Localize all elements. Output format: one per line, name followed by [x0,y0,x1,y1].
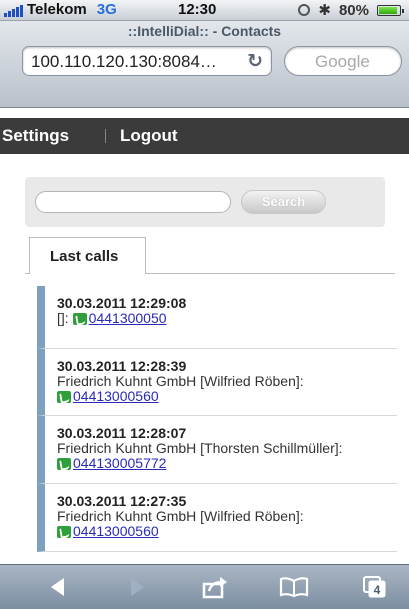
phone-icon [57,457,71,470]
phone-icon [72,312,87,325]
settings-link[interactable]: Settings [2,126,69,146]
battery-percent: 80% [338,1,369,19]
back-icon[interactable] [38,571,78,603]
list-item: 30.03.2011 12:28:39 Friedrich Kuhnt GmbH… [37,349,397,416]
list-item: 30.03.2011 12:27:35 Friedrich Kuhnt GmbH… [37,484,397,552]
logout-link[interactable]: Logout [120,126,178,146]
carrier-info: Telekom 3G [4,1,117,18]
clock: 12:30 [178,1,217,18]
call-number-link[interactable]: 0441300050 [89,311,167,326]
list-item: 30.03.2011 12:28:07 Friedrich Kuhnt GmbH… [37,416,397,484]
tab-last-calls[interactable]: Last calls [29,237,146,274]
browser-search-field[interactable]: Google [284,46,402,76]
call-number-line: 04413000560 [57,389,397,404]
call-datetime: 30.03.2011 12:27:35 [57,493,187,509]
pages-icon[interactable]: 4 [355,571,395,603]
status-bar: Telekom 3G 12:30 ✱ 80% [0,0,409,21]
url-text: 100.110.120.130:8084… [31,52,217,71]
page-title: ::IntelliDial:: - Contacts [127,23,282,39]
call-number-line: []: 0441300050 [57,311,397,326]
browser-chrome: ::IntelliDial:: - Contacts 100.110.120.1… [0,21,409,108]
share-icon[interactable] [195,571,235,603]
signal-strength-icon [4,3,23,17]
url-bar[interactable]: 100.110.120.130:8084… ↻ [22,46,272,76]
reload-icon[interactable]: ↻ [247,50,263,73]
call-datetime: 30.03.2011 12:28:07 [57,425,187,441]
browser-toolbar: 4 [0,564,409,609]
call-datetime: 30.03.2011 12:28:39 [57,358,187,374]
search-button[interactable]: Search [241,190,326,214]
status-icons: ✱ 80% [298,1,404,19]
last-calls-list: 30.03.2011 12:29:08 []: 0441300050 30.03… [37,286,397,552]
forward-icon[interactable] [117,571,157,603]
phone-icon [57,390,71,403]
nav-separator [105,129,106,143]
call-number-link[interactable]: 044130005772 [73,456,166,471]
call-number-line: 044130005772 [57,456,397,471]
call-contact: Friedrich Kuhnt GmbH [Wilfried Röben]: [57,373,304,389]
contact-search-form: Search [25,177,385,227]
orientation-lock-icon [298,4,311,16]
call-contact: []: [57,310,69,326]
call-number-link[interactable]: 04413000560 [73,389,159,404]
battery-icon [377,4,404,16]
call-contact: Friedrich Kuhnt GmbH [Thorsten Schillmül… [57,440,343,456]
bluetooth-icon: ✱ [318,2,331,19]
call-number-link[interactable]: 04413000560 [73,524,159,539]
call-number-line: 04413000560 [57,524,397,539]
call-datetime: 30.03.2011 12:29:08 [57,295,187,311]
contact-search-input[interactable] [35,191,231,213]
app-nav-bar: Settings Logout [0,118,409,154]
list-item: 30.03.2011 12:29:08 []: 0441300050 [37,286,397,349]
open-pages-count: 4 [374,583,381,597]
call-contact: Friedrich Kuhnt GmbH [Wilfried Röben]: [57,508,304,524]
phone-icon [57,525,71,538]
browser-search-placeholder: Google [315,52,370,71]
tab-label: Last calls [50,248,119,265]
network-type: 3G [96,1,117,18]
carrier-name: Telekom [27,1,87,18]
bookmarks-icon[interactable] [272,571,316,603]
